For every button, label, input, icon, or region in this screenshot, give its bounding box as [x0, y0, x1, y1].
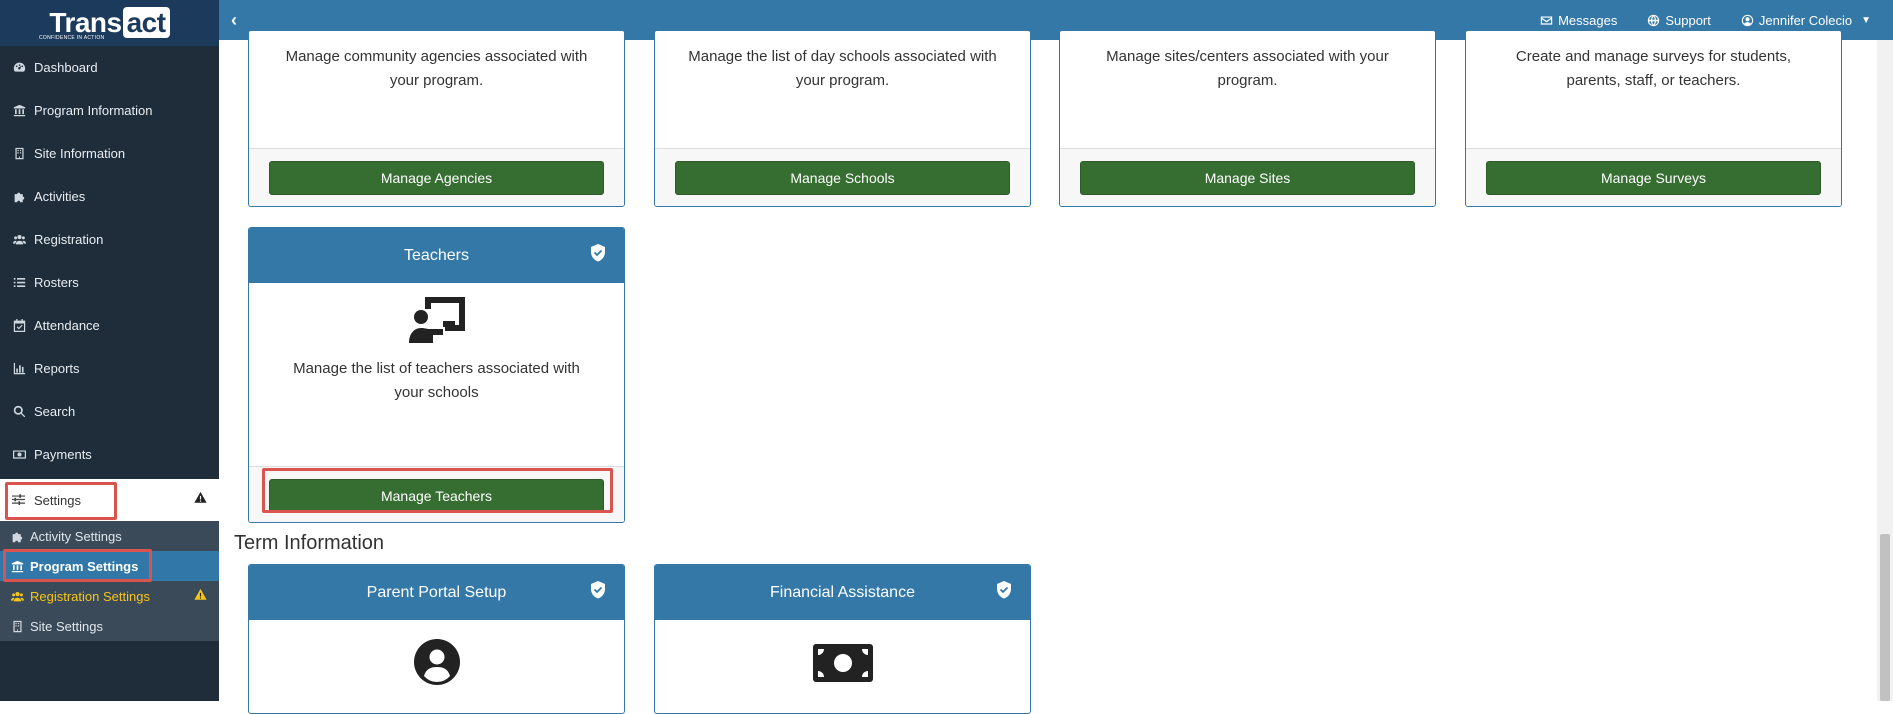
card-header: Teachers	[249, 228, 624, 283]
card-footer: Manage Schools	[655, 148, 1030, 206]
money-icon	[12, 448, 26, 462]
card-footer: Manage Surveys	[1466, 148, 1841, 206]
logo-text-part1: Trans	[49, 7, 122, 38]
shield-check-icon	[997, 581, 1011, 599]
sidebar-subitem-registration-settings[interactable]: Registration Settings	[0, 581, 219, 611]
search-icon	[12, 405, 26, 419]
sidebar-subitem-activity-settings[interactable]: Activity Settings	[0, 521, 219, 551]
card-header: Parent Portal Setup	[249, 565, 624, 620]
puzzle-icon	[10, 529, 24, 543]
sidebar-item-attendance[interactable]: Attendance	[0, 304, 219, 347]
caret-down-icon: ▼	[1861, 14, 1871, 26]
sidebar-item-reports[interactable]: Reports	[0, 347, 219, 390]
logo-text-part2: act	[122, 7, 170, 38]
sites-card: Manage sites/centers associated with you…	[1059, 30, 1436, 207]
card-description: Manage the list of teachers associated w…	[293, 360, 580, 401]
sidebar-item-label: Dashboard	[34, 60, 98, 75]
envelope-icon	[1540, 15, 1553, 25]
agencies-card: Manage community agencies associated wit…	[248, 30, 625, 207]
card-title: Teachers	[404, 246, 469, 264]
manage-sites-button[interactable]: Manage Sites	[1080, 160, 1415, 195]
tachometer-icon	[12, 61, 26, 75]
sidebar-item-label: Search	[34, 404, 76, 419]
puzzle-icon	[12, 190, 26, 204]
sidebar-item-label: Site Information	[34, 146, 126, 161]
sidebar-item-site-information[interactable]: Site Information	[0, 132, 219, 175]
messages-link[interactable]: Messages	[1540, 13, 1617, 28]
card-header: Financial Assistance	[655, 565, 1030, 620]
user-circle-icon	[413, 639, 460, 685]
calendar-check-icon	[12, 319, 26, 333]
user-menu[interactable]: Jennifer Colecio ▼	[1741, 13, 1871, 28]
user-name: Jennifer Colecio	[1758, 12, 1853, 28]
teacher-icon-wrap	[249, 283, 624, 357]
building-icon	[12, 147, 26, 161]
list-icon	[12, 276, 26, 290]
card-title: Financial Assistance	[770, 583, 915, 601]
page-scrollbar[interactable]	[1877, 40, 1893, 701]
card-description: Create and manage surveys for students, …	[1515, 48, 1792, 89]
sidebar-item-label: Rosters	[34, 275, 79, 290]
users-icon	[12, 233, 26, 247]
manage-teachers-highlight-box	[262, 468, 613, 513]
sidebar-item-label: Registration	[34, 232, 104, 247]
bar-chart-icon	[12, 362, 26, 376]
sidebar-item-label: Activities	[34, 189, 86, 204]
money-bill-icon	[812, 644, 873, 682]
sidebar-item-label: Payments	[34, 447, 92, 462]
support-label: Support	[1665, 12, 1711, 28]
settings-highlight-box	[5, 482, 117, 520]
sidebar-item-activities[interactable]: Activities	[0, 175, 219, 218]
card-title: Parent Portal Setup	[366, 583, 507, 601]
institution-icon	[12, 104, 26, 118]
shield-check-icon	[591, 244, 605, 262]
sidebar-item-program-information[interactable]: Program Information	[0, 89, 219, 132]
sidebar-item-label: Reports	[34, 361, 80, 376]
card-icon-wrap	[249, 620, 624, 710]
messages-label: Messages	[1558, 12, 1618, 28]
user-circle-icon	[1741, 14, 1754, 26]
program-settings-highlight-box	[3, 549, 152, 582]
sidebar-item-label: Program Information	[34, 103, 153, 118]
parent-portal-card: Parent Portal Setup	[248, 564, 625, 714]
chalkboard-teacher-icon	[408, 297, 465, 343]
card-footer: Manage Agencies	[249, 148, 624, 206]
logo-tagline: CONFIDENCE IN ACTION	[39, 35, 105, 41]
sidebar-item-label: Attendance	[34, 318, 100, 333]
sidebar-subitem-label: Site Settings	[30, 618, 103, 634]
warning-icon	[194, 588, 207, 604]
support-link[interactable]: Support	[1647, 13, 1711, 28]
manage-surveys-button[interactable]: Manage Surveys	[1486, 160, 1821, 195]
card-description: Manage sites/centers associated with you…	[1106, 48, 1389, 89]
main-content: Manage community agencies associated wit…	[219, 30, 1877, 714]
sidebar: Trans act CONFIDENCE IN ACTION Dashboard …	[0, 0, 219, 701]
financial-assistance-card: Financial Assistance	[654, 564, 1031, 714]
shield-check-icon	[591, 581, 605, 599]
manage-schools-button[interactable]: Manage Schools	[675, 160, 1010, 195]
section-title: Term Information	[234, 532, 385, 554]
sidebar-item-dashboard[interactable]: Dashboard	[0, 46, 219, 89]
sidebar-nav: Dashboard Program Information Site Infor…	[0, 46, 219, 476]
sidebar-subitem-site-settings[interactable]: Site Settings	[0, 611, 219, 641]
card-footer: Manage Sites	[1060, 148, 1435, 206]
transact-logo[interactable]: Trans act CONFIDENCE IN ACTION	[0, 0, 219, 46]
card-description: Manage the list of day schools associate…	[688, 48, 997, 89]
sidebar-item-payments[interactable]: Payments	[0, 433, 219, 476]
sidebar-item-search[interactable]: Search	[0, 390, 219, 433]
surveys-card: Create and manage surveys for students, …	[1465, 30, 1842, 207]
schools-card: Manage the list of day schools associate…	[654, 30, 1031, 207]
card-icon-wrap	[655, 620, 1030, 710]
sidebar-subitem-label: Activity Settings	[30, 528, 122, 544]
scrollbar-thumb[interactable]	[1880, 534, 1890, 701]
users-icon	[10, 589, 24, 603]
warning-icon	[194, 491, 207, 509]
globe-icon	[1648, 14, 1660, 26]
manage-agencies-button[interactable]: Manage Agencies	[269, 160, 604, 195]
card-description: Manage community agencies associated wit…	[285, 48, 588, 89]
sidebar-item-rosters[interactable]: Rosters	[0, 261, 219, 304]
collapse-sidebar-chevron-icon[interactable]: ‹	[231, 10, 237, 31]
sidebar-item-registration[interactable]: Registration	[0, 218, 219, 261]
building-icon	[10, 619, 24, 633]
sidebar-subitem-label: Registration Settings	[30, 588, 150, 604]
